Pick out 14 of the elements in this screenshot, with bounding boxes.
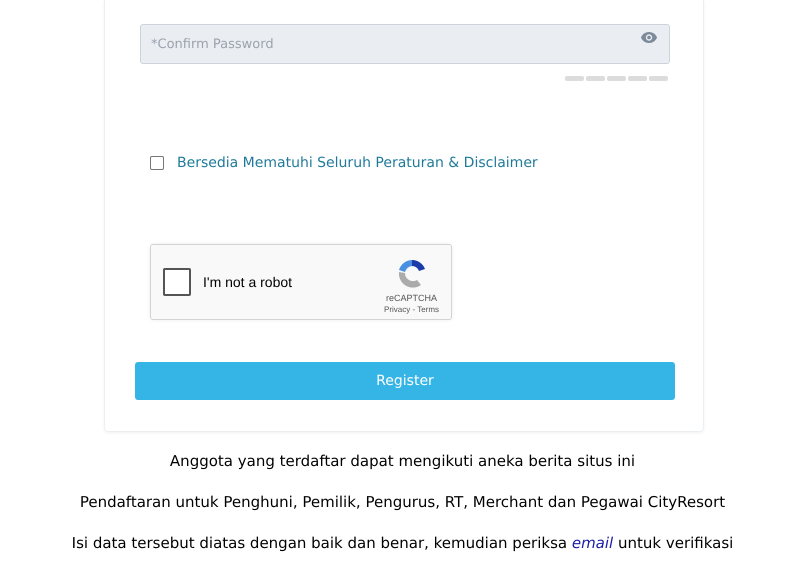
info-text: Anggota yang terdaftar dapat mengikuti aneka berita situs ini (170, 452, 636, 470)
captcha-label: I'm not a robot (203, 274, 294, 290)
captcha-checkbox[interactable] (163, 268, 191, 296)
link-separator: - (411, 305, 416, 314)
recaptcha-brand: reCAPTCHA (386, 293, 438, 303)
agreement-label[interactable]: Bersedia Mematuhi Seluruh Peraturan & Disclaimer (177, 155, 538, 171)
email-link[interactable]: email (572, 534, 614, 552)
terms-link[interactable]: Terms (417, 305, 439, 314)
info-text: Isi data tersebut diatas dengan baik dan benar, kemudian periksa email untuk verifikasi (72, 534, 734, 552)
privacy-link[interactable]: Privacy (384, 305, 410, 314)
agreement-checkbox[interactable] (150, 156, 164, 170)
confirm-password-field[interactable]: *Confirm Password (140, 24, 670, 64)
eye-icon[interactable] (640, 31, 658, 44)
info-text: Pendaftaran untuk Penghuni, Pemilik, Pengurus, RT, Merchant dan Pegawai CityResort (80, 493, 726, 511)
